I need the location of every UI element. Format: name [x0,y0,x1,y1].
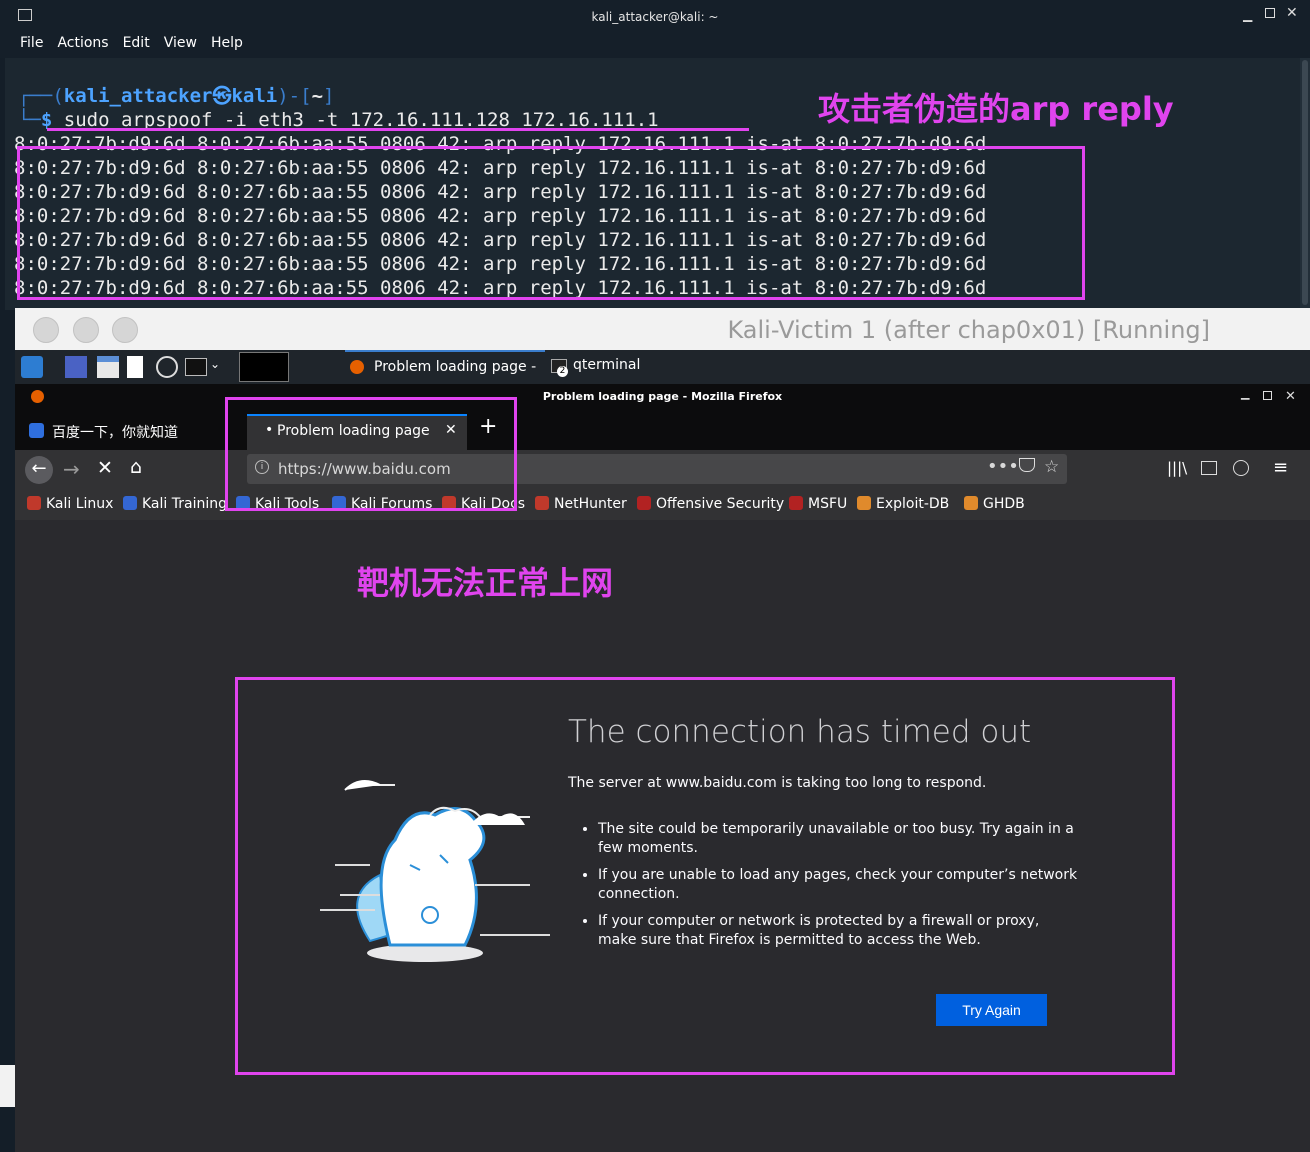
tab-baidu[interactable]: 百度一下，你就知道 [23,414,233,448]
bookmark-label: Exploit-DB [876,496,950,512]
menu-edit[interactable]: Edit [123,32,150,51]
pocket-icon[interactable] [1019,458,1035,472]
annotation-box-tab [225,397,517,511]
workspace-1[interactable] [239,352,289,382]
close-icon[interactable]: ✕ [1285,389,1296,404]
terminal-titlebar: kali_attacker@kali: ~ ▁ ✕ [0,0,1310,32]
bookmarks-toolbar: Kali Linux Kali Training Kali Tools Kali Fo… [15,490,1310,520]
bookmark-icon [637,496,651,510]
kali-menu-icon[interactable] [21,356,43,378]
forward-button[interactable]: → [63,457,80,481]
minimize-icon[interactable]: ▁ [1243,8,1252,22]
bookmark-label: MSFU [808,496,848,512]
page-actions-icon[interactable]: ••• [987,456,1019,477]
task-terminal[interactable]: 2 qterminal [549,350,689,382]
vbox-titlebar: Kali-Victim 1 (after chap0x01) [Running] [15,308,1310,350]
vbox-title: Kali-Victim 1 (after chap0x01) [Running] [727,316,1210,344]
prompt-dir: ~ [311,85,324,107]
bookmark-label: GHDB [983,496,1025,512]
back-button[interactable]: ← [25,456,53,484]
task-firefox[interactable]: Problem loading page - ... [345,350,545,391]
menu-file[interactable]: File [20,32,43,51]
bookmark-item[interactable]: GHDB [964,496,1025,512]
account-icon[interactable] [1233,460,1249,476]
maximize-icon[interactable] [1265,8,1275,18]
bookmark-item[interactable]: Kali Linux [27,496,113,512]
hamburger-menu-icon[interactable]: ≡ [1273,457,1288,478]
close-icon[interactable]: ✕ [1286,5,1298,21]
maximize-icon[interactable] [1263,391,1272,400]
bookmark-star-icon[interactable]: ☆ [1044,457,1059,477]
task-terminal-label: qterminal [573,357,641,373]
tab-baidu-label: 百度一下，你就知道 [52,425,178,441]
bookmark-icon [27,496,41,510]
bookmark-icon [535,496,549,510]
desktop-icon[interactable] [65,356,87,378]
text-editor-icon[interactable] [127,356,143,378]
firefox-window-title: Problem loading page - Mozilla Firefox [542,390,783,403]
firefox-icon [350,360,364,374]
terminal-menubar: File Actions Edit View Help [0,32,1310,58]
annotation-attacker: 攻击者伪造的arp reply [818,90,1174,128]
terminal-scrollbar-thumb[interactable] [1302,60,1308,305]
bookmark-item[interactable]: NetHunter [535,496,627,512]
prompt-user: kali_attacker㉿kali [63,85,278,107]
tab-strip: 百度一下，你就知道 • Problem loading page ✕ + [15,410,1310,450]
annotation-underline [47,128,749,131]
menu-help[interactable]: Help [211,32,243,51]
file-manager-icon[interactable] [97,356,119,378]
menu-view[interactable]: View [164,32,197,51]
zoom-light-icon[interactable] [112,317,138,343]
bookmark-icon [123,496,137,510]
browser-icon[interactable] [156,356,178,378]
menu-actions[interactable]: Actions [57,32,108,51]
firefox-titlebar: Problem loading page - Mozilla Firefox ▁… [15,384,1310,410]
bookmark-label: Kali Linux [46,496,114,512]
terminal-icon[interactable] [185,358,207,376]
baidu-icon [29,423,44,438]
sidebar-icon[interactable] [1201,461,1217,475]
minimize-light-icon[interactable] [73,317,99,343]
library-icon[interactable]: |||\ [1167,459,1187,477]
annotation-box-error [235,677,1175,1075]
bookmark-label: Offensive Security [656,496,785,512]
bookmark-label: Kali Training [142,496,227,512]
bookmark-label: NetHunter [554,496,627,512]
close-light-icon[interactable] [33,317,59,343]
stop-button[interactable]: ✕ [97,457,113,479]
bookmark-item[interactable]: Offensive Security [637,496,784,512]
terminal-title: kali_attacker@kali: ~ [591,10,719,24]
bookmark-item[interactable]: Exploit-DB [857,496,949,512]
desktop-edge [0,1065,15,1107]
home-button[interactable]: ⌂ [130,456,142,478]
task-count-badge: 2 [557,366,568,377]
annotation-victim: 靶机无法正常上网 [357,564,614,602]
chevron-down-icon[interactable]: ⌄ [210,357,220,371]
xfce-panel: ⌄ Problem loading page - ... 2 qterminal [15,350,1310,391]
prompt-line: ┌──(kali_attacker㉿kali)-[~] [18,85,335,107]
bookmark-item[interactable]: MSFU [789,496,847,512]
bookmark-icon [857,496,871,510]
bookmark-icon [789,496,803,510]
minimize-icon[interactable]: ▁ [1241,387,1249,400]
bookmark-icon [964,496,978,510]
bookmark-item[interactable]: Kali Training [123,496,227,512]
annotation-box-arp [17,146,1085,300]
nav-bar: ← → ✕ ⌂ i https://www.baidu.com ••• ☆ ||… [15,450,1310,490]
